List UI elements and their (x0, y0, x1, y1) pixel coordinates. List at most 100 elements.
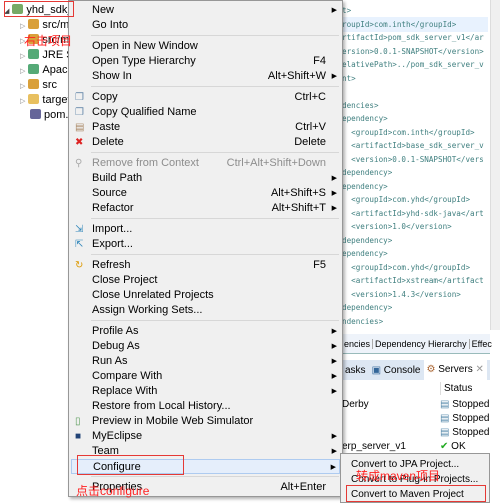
server-name[interactable] (342, 412, 437, 425)
server-status: ▤ Stopped (440, 426, 490, 439)
tree-item-label: target (42, 94, 71, 106)
code-line: elativePath>../pom_sdk_server_v (342, 60, 484, 69)
menu-item-show-in[interactable]: Show In Alt+Shift+W ▶ (71, 69, 340, 84)
view-tabs: asks ▣ Console ⚙ Servers ✕ (342, 360, 490, 380)
package-folder-icon (28, 19, 40, 29)
expand-arrow-icon[interactable]: ▷ (20, 53, 25, 60)
expand-arrow-icon[interactable]: ▷ (20, 83, 25, 90)
stopped-server-icon: ▤ (440, 413, 450, 424)
menu-item-restore-from-local-history[interactable]: Restore from Local History... (71, 399, 340, 414)
menu-item-label: Profile As (92, 325, 139, 337)
menu-item-label: Refactor (92, 202, 134, 214)
menu-item-label: Show In (92, 70, 132, 82)
myeclipse-icon: ■ (75, 431, 82, 442)
menu-item-profile-as[interactable]: Profile As ▶ (71, 324, 340, 339)
maven-file-icon (30, 109, 41, 119)
package-explorer: ◢ yhd_sdk_ ▷ src/m ▷ src/m ▷ JRE Sy ▷ Apach ▷ src ▷ t… (0, 0, 79, 503)
highlight-configure-box (77, 455, 184, 475)
menu-item-shortcut: F4 (313, 55, 326, 67)
tab-servers[interactable]: ⚙ Servers ✕ (423, 360, 487, 380)
menu-item-build-path[interactable]: Build Path ▶ (71, 171, 340, 186)
tree-item[interactable]: ▷ Apach (20, 63, 74, 78)
menu-item-label: Restore from Local History... (92, 400, 231, 412)
console-icon: ▣ (371, 364, 382, 376)
folder-icon (28, 94, 40, 104)
menu-item-replace-with[interactable]: Replace With ▶ (71, 384, 340, 399)
menu-item-myeclipse[interactable]: ■ MyEclipse ▶ (71, 429, 340, 444)
expand-arrow-icon[interactable]: ▷ (20, 23, 25, 30)
menu-separator (91, 152, 339, 153)
mobile-icon: ▯ (75, 416, 81, 427)
server-name[interactable]: erp_server_v1 (342, 440, 437, 453)
menu-item-label: Compare With (92, 370, 163, 382)
menu-item-label: Run As (92, 355, 128, 367)
tree-item-label: src/m (42, 19, 70, 31)
menu-item-close-unrelated-projects[interactable]: Close Unrelated Projects (71, 288, 340, 303)
menu-item-go-into[interactable]: Go Into (71, 18, 340, 33)
export-icon: ⇱ (75, 239, 84, 250)
menu-separator (91, 218, 339, 219)
menu-item-delete[interactable]: ✖ Delete Delete (71, 135, 340, 150)
server-name[interactable] (342, 426, 437, 439)
menu-item-assign-working-sets[interactable]: Assign Working Sets... (71, 303, 340, 318)
tree-item[interactable]: ▷ target (20, 93, 71, 108)
expand-arrow-icon[interactable]: ▷ (20, 98, 25, 105)
tab-dependency-hierarchy[interactable]: Dependency Hierarchy (372, 338, 469, 349)
menu-item-label: Copy Qualified Name (92, 106, 197, 118)
menu-item-export[interactable]: ⇱ Export... (71, 237, 340, 252)
menu-item-copy[interactable]: ❐ Copy Ctrl+C (71, 90, 340, 105)
menu-item-label: Refresh (92, 259, 131, 271)
editor-scrollbar[interactable] (490, 0, 500, 330)
tree-item[interactable]: ▷ src/m (20, 18, 69, 33)
expand-arrow-icon[interactable]: ▷ (20, 68, 25, 75)
menu-item-new[interactable]: New ▶ (71, 3, 340, 18)
menu-item-label: Import... (92, 223, 133, 235)
menu-item-shortcut: Ctrl+V (295, 121, 326, 133)
submenu-arrow-icon: ▶ (331, 373, 337, 380)
tab-tasks[interactable]: asks (342, 365, 369, 376)
tab-dependencies[interactable]: encies (342, 339, 372, 349)
menu-item-import[interactable]: ⇲ Import... (71, 222, 340, 237)
submenu-arrow-icon: ▶ (331, 433, 337, 440)
copy-qualified-icon: ❐ (75, 107, 84, 118)
status-column-header[interactable]: Status (440, 382, 490, 395)
menu-item-preview-in-mobile-web-simulator[interactable]: ▯ Preview in Mobile Web Simulator (71, 414, 340, 429)
menu-item-label: MyEclipse (92, 430, 143, 442)
menu-item-label: Open Type Hierarchy (92, 55, 196, 67)
stopped-server-icon: ▤ (440, 399, 450, 410)
menu-item-source[interactable]: Source Alt+Shift+S ▶ (71, 186, 340, 201)
copy-icon: ❐ (75, 92, 84, 103)
menu-item-debug-as[interactable]: Debug As ▶ (71, 339, 340, 354)
submenu-arrow-icon: ▶ (331, 175, 337, 182)
menu-item-label: Close Unrelated Projects (92, 289, 214, 301)
menu-item-label: Paste (92, 121, 121, 133)
menu-item-shortcut: Delete (294, 136, 326, 148)
menu-item-open-type-hierarchy[interactable]: Open Type Hierarchy F4 (71, 54, 340, 69)
menu-item-shortcut: Alt+Shift+T (271, 202, 326, 214)
stopped-server-icon: ▤ (440, 427, 450, 438)
server-status-label: Stopped (452, 399, 490, 410)
pom-editor[interactable]: t> roupId>com.inth</groupId> rtifactId>pom… (342, 0, 490, 330)
close-icon[interactable]: ✕ (475, 364, 483, 375)
server-status: ▤ Stopped (440, 412, 490, 425)
menu-item-compare-with[interactable]: Compare With ▶ (71, 369, 340, 384)
tree-item[interactable]: ▷ src (20, 78, 57, 93)
menu-item-open-in-new-window[interactable]: Open in New Window (71, 39, 340, 54)
menu-item-paste[interactable]: ▤ Paste Ctrl+V (71, 120, 340, 135)
menu-item-label: Remove from Context (92, 157, 199, 169)
menu-separator (91, 476, 339, 477)
menu-item-shortcut: Alt+Enter (280, 481, 326, 493)
code-line: nt> (342, 73, 356, 83)
menu-item-remove-from-context[interactable]: ⚲ Remove from Context Ctrl+Alt+Shift+Down (71, 156, 340, 171)
tab-effective-pom[interactable]: Effec (468, 338, 494, 349)
server-name[interactable]: Derby (342, 398, 437, 411)
menu-item-copy-qualified-name[interactable]: ❐ Copy Qualified Name (71, 105, 340, 120)
menu-item-label: Source (92, 187, 127, 199)
menu-item-label: Copy (92, 91, 118, 103)
menu-item-run-as[interactable]: Run As ▶ (71, 354, 340, 369)
menu-item-close-project[interactable]: Close Project (71, 273, 340, 288)
server-status-label: Stopped (452, 427, 490, 438)
tab-console[interactable]: ▣ Console (369, 365, 424, 376)
menu-item-refactor[interactable]: Refactor Alt+Shift+T ▶ (71, 201, 340, 216)
menu-item-refresh[interactable]: ↻ Refresh F5 (71, 258, 340, 273)
